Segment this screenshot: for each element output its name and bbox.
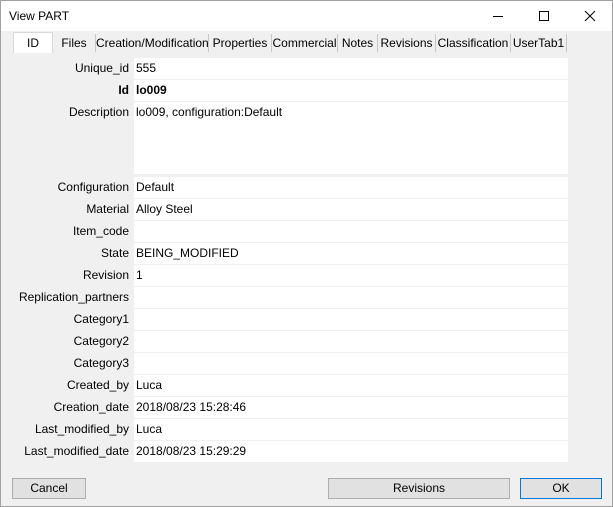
tab-properties[interactable]: Properties bbox=[209, 34, 272, 52]
field-row-configuration: Configuration Default bbox=[9, 177, 604, 198]
minimize-button[interactable] bbox=[475, 1, 521, 31]
field-row-category3: Category3 bbox=[9, 353, 604, 374]
field-row-last-modified-by: Last_modified_by Luca bbox=[9, 419, 604, 440]
tab-id[interactable]: ID bbox=[13, 32, 53, 53]
field-row-replication-partners: Replication_partners bbox=[9, 287, 604, 308]
field-row-revision: Revision 1 bbox=[9, 265, 604, 286]
maximize-button[interactable] bbox=[521, 1, 567, 31]
minimize-icon bbox=[493, 16, 503, 17]
tab-commercial[interactable]: Commercial bbox=[272, 34, 338, 52]
field-row-description: Description lo009, configuration:Default bbox=[9, 102, 604, 174]
tab-notes[interactable]: Notes bbox=[338, 34, 378, 52]
field-label: Item_code bbox=[72, 224, 129, 238]
material-field[interactable]: Alloy Steel bbox=[134, 199, 568, 220]
view-part-window: View PART ID Files Creation/Modification… bbox=[0, 0, 613, 507]
field-label: Category3 bbox=[73, 356, 129, 370]
window-title: View PART bbox=[9, 9, 70, 23]
close-icon bbox=[584, 10, 596, 22]
category3-field[interactable] bbox=[134, 353, 568, 374]
field-row-id: Id lo009 bbox=[9, 80, 604, 101]
field-row-state: State BEING_MODIFIED bbox=[9, 243, 604, 264]
field-label: Creation_date bbox=[53, 400, 129, 414]
tab-label: Creation/Modification bbox=[96, 36, 209, 50]
state-field[interactable]: BEING_MODIFIED bbox=[134, 243, 568, 264]
field-row-created-by: Created_by Luca bbox=[9, 375, 604, 396]
field-label: Last_modified_date bbox=[24, 444, 129, 458]
created-by-field[interactable]: Luca bbox=[134, 375, 568, 396]
replication-partners-field[interactable] bbox=[134, 287, 568, 308]
unique-id-field[interactable]: 555 bbox=[134, 58, 568, 79]
field-row-last-modified-date: Last_modified_date 2018/08/23 15:29:29 bbox=[9, 441, 604, 462]
tab-classification[interactable]: Classification bbox=[436, 34, 511, 52]
field-row-category1: Category1 bbox=[9, 309, 604, 330]
last-modified-date-field[interactable]: 2018/08/23 15:29:29 bbox=[134, 441, 568, 462]
configuration-field[interactable]: Default bbox=[134, 177, 568, 198]
maximize-icon bbox=[539, 11, 549, 21]
ok-button[interactable]: OK bbox=[520, 478, 602, 499]
tab-label: UserTab1 bbox=[512, 36, 565, 50]
tab-label: Commercial bbox=[272, 36, 337, 50]
field-label: Revision bbox=[82, 268, 129, 282]
field-label: Id bbox=[118, 83, 129, 97]
cancel-button[interactable]: Cancel bbox=[12, 478, 86, 499]
field-row-item-code: Item_code bbox=[9, 221, 604, 242]
tab-label: Properties bbox=[212, 36, 268, 50]
tab-creation-modification[interactable]: Creation/Modification bbox=[96, 34, 209, 52]
field-row-category2: Category2 bbox=[9, 331, 604, 352]
category2-field[interactable] bbox=[134, 331, 568, 352]
field-label: Configuration bbox=[57, 180, 129, 194]
field-label: Description bbox=[68, 105, 129, 119]
last-modified-by-field[interactable]: Luca bbox=[134, 419, 568, 440]
field-label: Created_by bbox=[66, 378, 129, 392]
close-button[interactable] bbox=[567, 1, 613, 31]
field-label: Replication_partners bbox=[18, 290, 129, 304]
title-bar[interactable]: View PART bbox=[1, 1, 612, 31]
description-textarea[interactable]: lo009, configuration:Default bbox=[134, 102, 568, 174]
id-tab-panel: Unique_id 555 Id lo009 Description lo009… bbox=[9, 53, 604, 465]
tab-revisions[interactable]: Revisions bbox=[378, 34, 436, 52]
field-label: Last_modified_by bbox=[34, 422, 129, 436]
creation-date-field[interactable]: 2018/08/23 15:28:46 bbox=[134, 397, 568, 418]
tab-label: Files bbox=[61, 36, 87, 50]
tab-label: Classification bbox=[437, 36, 509, 50]
field-label: State bbox=[100, 246, 129, 260]
revisions-button[interactable]: Revisions bbox=[328, 478, 510, 499]
tab-label: ID bbox=[27, 36, 39, 50]
field-row-creation-date: Creation_date 2018/08/23 15:28:46 bbox=[9, 397, 604, 418]
field-row-material: Material Alloy Steel bbox=[9, 199, 604, 220]
item-code-field[interactable] bbox=[134, 221, 568, 242]
field-label: Category1 bbox=[73, 312, 129, 326]
tab-label: Revisions bbox=[380, 36, 433, 50]
tab-usertab1[interactable]: UserTab1 bbox=[511, 34, 567, 52]
field-label: Category2 bbox=[73, 334, 129, 348]
id-field[interactable]: lo009 bbox=[134, 80, 568, 101]
field-label: Material bbox=[86, 202, 129, 216]
revision-field[interactable]: 1 bbox=[134, 265, 568, 286]
field-label: Unique_id bbox=[74, 61, 129, 75]
tab-files[interactable]: Files bbox=[53, 34, 96, 52]
tab-strip: ID Files Creation/Modification Propertie… bbox=[11, 32, 571, 53]
category1-field[interactable] bbox=[134, 309, 568, 330]
field-row-unique-id: Unique_id 555 bbox=[9, 58, 604, 79]
tab-label: Notes bbox=[341, 36, 374, 50]
